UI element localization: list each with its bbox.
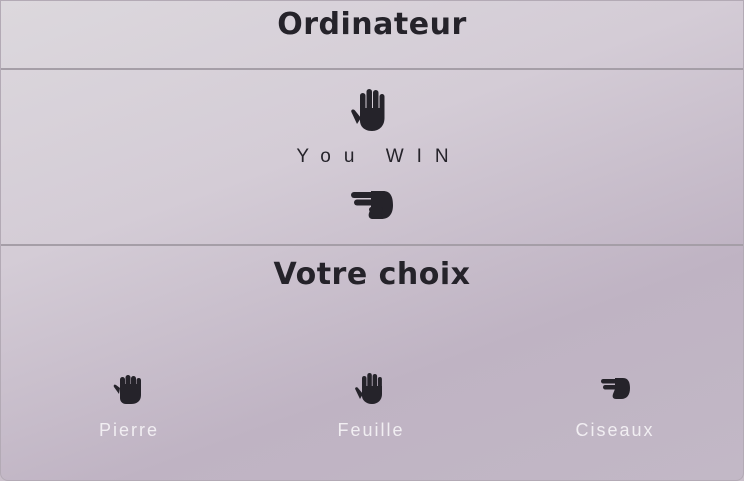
computer-title: Ordinateur <box>277 7 467 42</box>
paper-hand-icon <box>355 373 382 404</box>
scissors-hand-icon <box>351 191 393 219</box>
divider <box>1 68 743 70</box>
choice-pierre-button[interactable]: Pierre <box>59 371 199 441</box>
choice-label: Pierre <box>98 420 159 440</box>
choice-title: Votre choix <box>273 257 471 292</box>
choice-label: Feuille <box>337 420 405 440</box>
rock-fist-icon <box>113 375 141 404</box>
choice-label: Ciseaux <box>575 420 655 440</box>
choice-feuille-button[interactable]: Feuille <box>301 371 441 441</box>
divider <box>1 244 743 246</box>
game-card: Ordinateur You WIN Votre choix Pierre Fe… <box>0 0 744 481</box>
scissors-hand-icon <box>601 378 630 399</box>
result-text: You WIN <box>296 146 462 167</box>
paper-hand-icon <box>351 89 385 131</box>
choice-ciseaux-button[interactable]: Ciseaux <box>545 371 685 441</box>
